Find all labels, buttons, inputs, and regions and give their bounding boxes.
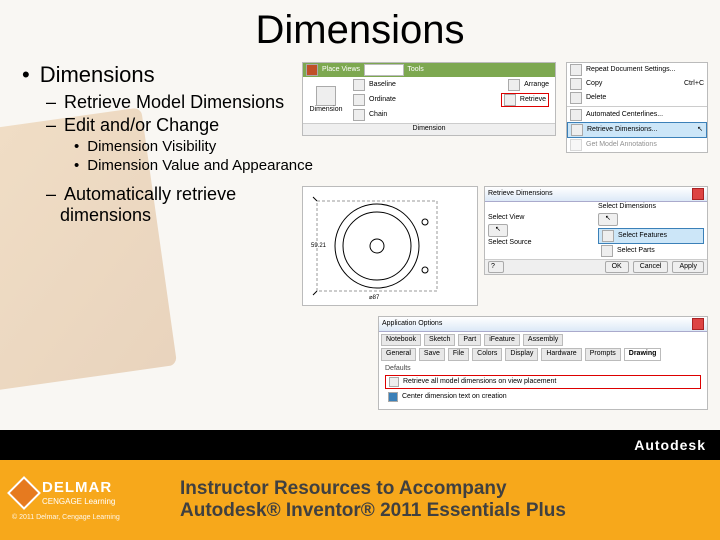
tab-part: Part (458, 334, 481, 346)
option-select-parts: Select Parts (617, 247, 655, 255)
dialog-title: Retrieve Dimensions (488, 190, 553, 198)
footer-bar: DELMAR CENGAGE Learning © 2011 Delmar, C… (0, 460, 720, 540)
slide-title: Dimensions (0, 8, 720, 53)
retrieve-dialog: Retrieve Dimensions Select View ↖ Select… (484, 186, 708, 275)
menu-copy-shortcut: Ctrl+C (684, 80, 704, 88)
options-section: Defaults (379, 363, 707, 375)
select-view-btn: ↖ (488, 224, 508, 236)
sel-features-icon (602, 230, 614, 242)
get-model-icon (570, 139, 582, 151)
cengage-sub: CENGAGE Learning (42, 497, 115, 506)
content-outline: Dimensions Retrieve Model Dimensions Edi… (0, 60, 322, 228)
svg-text:59.21: 59.21 (311, 243, 327, 249)
sel-parts-icon (601, 245, 613, 257)
tab-display: Display (505, 348, 538, 360)
help-icon: ? (488, 261, 504, 273)
ribbon-item-ordinate: Ordinate (369, 96, 396, 104)
baseline-icon (353, 79, 365, 91)
svg-text:⌀87: ⌀87 (369, 295, 380, 301)
app-options: Application Options Notebook Sketch Part… (378, 316, 708, 410)
tab-sketch: Sketch (424, 334, 455, 346)
bullet-l3b: Dimension Value and Appearance (74, 157, 322, 174)
bullet-l2a: Retrieve Model Dimensions (46, 92, 322, 113)
menu-get-model: Get Model Annotations (586, 141, 657, 149)
tab-prompts: Prompts (585, 348, 621, 360)
close-icon (692, 188, 704, 200)
menu-auto-centerlines: Automated Centerlines... (586, 111, 663, 119)
ribbon-screenshot: Place Views Annotate Tools Dimension Bas… (302, 62, 556, 136)
tab-drawing: Drawing (624, 348, 662, 360)
bullet-l2c: Automatically retrieve dimensions (46, 184, 322, 226)
menu-copy: Copy (586, 80, 602, 88)
ribbon-tab-3: Tools (407, 66, 423, 74)
autodesk-logo: Autodesk (634, 437, 706, 453)
copy-icon (570, 78, 582, 90)
label-select-source: Select Source (488, 239, 594, 247)
ribbon-tab-1: Place Views (322, 66, 360, 74)
ok-button: OK (605, 261, 629, 273)
drawing-view-thumb: 59.21 ⌀87 (302, 186, 478, 306)
menu-repeat: Repeat Document Settings... (586, 66, 676, 74)
ordinate-icon (353, 94, 365, 106)
option-retrieve-all: Retrieve all model dimensions on view pl… (403, 378, 556, 386)
footer-line2: Autodesk® Inventor® 2011 Essentials Plus (180, 500, 720, 522)
tab-ifeature: iFeature (484, 334, 520, 346)
tab-notebook: Notebook (381, 334, 421, 346)
ribbon-item-retrieve: Retrieve (520, 96, 546, 104)
retrieve-dims-icon (571, 124, 583, 136)
context-menu: Repeat Document Settings... Copy Ctrl+C D… (566, 62, 708, 153)
accompany-block: Instructor Resources to Accompany Autode… (170, 478, 720, 522)
ribbon-item-baseline: Baseline (369, 81, 396, 89)
checkbox-icon (389, 377, 399, 387)
tab-hardware: Hardware (541, 348, 581, 360)
tab-general: General (381, 348, 416, 360)
delmar-name: DELMAR (42, 479, 115, 496)
close-icon (692, 318, 704, 330)
cursor-icon: ↖ (697, 126, 703, 134)
footer-line1: Instructor Resources to Accompany (180, 478, 720, 500)
menu-delete: Delete (586, 94, 606, 102)
copyright: © 2011 Delmar, Cengage Learning (12, 514, 170, 521)
tab-file: File (448, 348, 469, 360)
delmar-block: DELMAR CENGAGE Learning © 2011 Delmar, C… (0, 460, 170, 540)
arrange-icon (508, 79, 520, 91)
bullet-l2b: Edit and/or Change (46, 115, 322, 136)
bullet-l3a: Dimension Visibility (74, 138, 322, 155)
checkbox-checked-icon (388, 392, 398, 402)
select-dims-btn: ↖ (598, 213, 618, 225)
menu-retrieve-dims: Retrieve Dimensions... (587, 126, 657, 134)
delete-icon (570, 92, 582, 104)
option-center-text: Center dimension text on creation (402, 393, 507, 401)
tab-save: Save (419, 348, 445, 360)
label-select-dims: Select Dimensions (598, 203, 704, 211)
repeat-icon (570, 64, 582, 76)
options-title: Application Options (382, 320, 442, 328)
cancel-button: Cancel (633, 261, 669, 273)
option-select-features: Select Features (618, 232, 667, 240)
ribbon-item-chain: Chain (369, 111, 387, 119)
bullet-l1: Dimensions (22, 62, 322, 88)
auto-cl-icon (570, 109, 582, 121)
ribbon-group-label: Dimension (303, 123, 555, 134)
tab-assembly: Assembly (523, 334, 563, 346)
autodesk-bar: Autodesk (0, 430, 720, 460)
ribbon-tab-2: Annotate (364, 64, 404, 76)
delmar-icon (7, 476, 41, 510)
apply-button: Apply (672, 261, 704, 273)
retrieve-icon (504, 94, 516, 106)
chain-icon (353, 109, 365, 121)
ribbon-item-arrange: Arrange (524, 81, 549, 89)
label-select-view: Select View (488, 214, 594, 222)
tab-colors: Colors (472, 348, 502, 360)
